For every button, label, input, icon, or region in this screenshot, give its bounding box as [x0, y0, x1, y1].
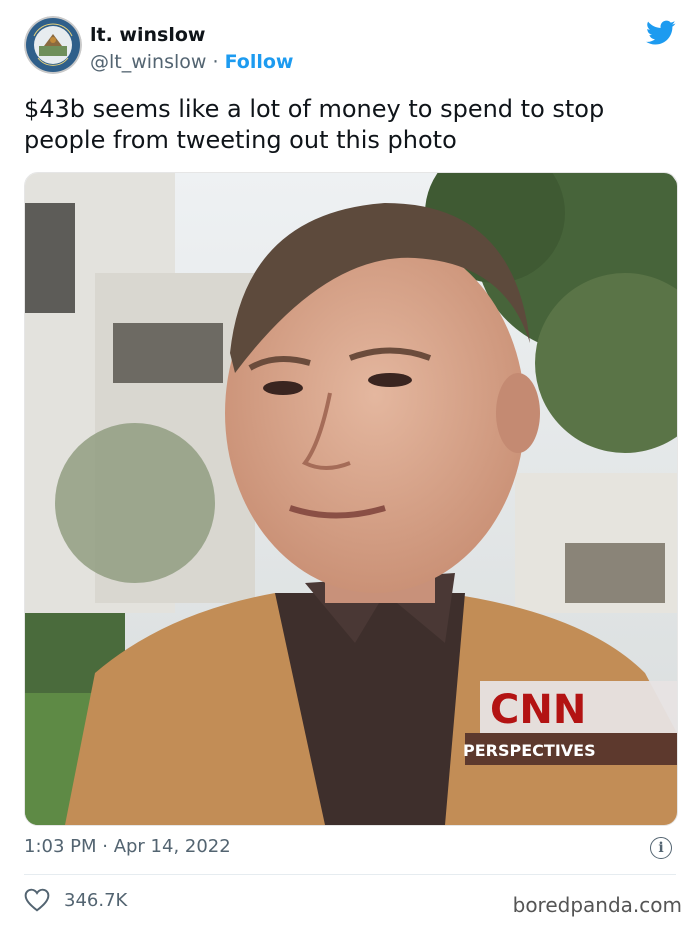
like-count: 346.7K: [64, 889, 128, 911]
photo-illustration: CNN PERSPECTIVES: [25, 173, 677, 825]
tweet-photo[interactable]: CNN PERSPECTIVES: [24, 172, 678, 826]
author-handle[interactable]: @lt_winslow: [90, 51, 206, 73]
tweet-text: $43b seems like a lot of money to spend …: [24, 95, 605, 154]
avatar[interactable]: [24, 16, 82, 74]
info-glyph: i: [658, 840, 664, 856]
handle-row: @lt_winslow · Follow: [90, 51, 293, 73]
divider: [24, 874, 676, 875]
info-icon[interactable]: i: [650, 837, 672, 859]
cnn-caption: PERSPECTIVES: [463, 741, 596, 760]
watermark: boredpanda.com: [512, 893, 682, 917]
seal-logo: [24, 16, 82, 74]
follow-button[interactable]: Follow: [225, 51, 294, 73]
twitter-bird-icon[interactable]: [646, 20, 676, 46]
separator: ·: [212, 51, 219, 73]
tweet-header: lt. winslow @lt_winslow · Follow: [24, 16, 676, 80]
heart-icon: [24, 888, 50, 912]
like-button[interactable]: 346.7K: [24, 888, 127, 912]
author-name[interactable]: lt. winslow: [90, 24, 205, 46]
tweet-timestamp[interactable]: 1:03 PM · Apr 14, 2022: [24, 836, 231, 857]
cnn-logo: CNN: [490, 687, 586, 733]
